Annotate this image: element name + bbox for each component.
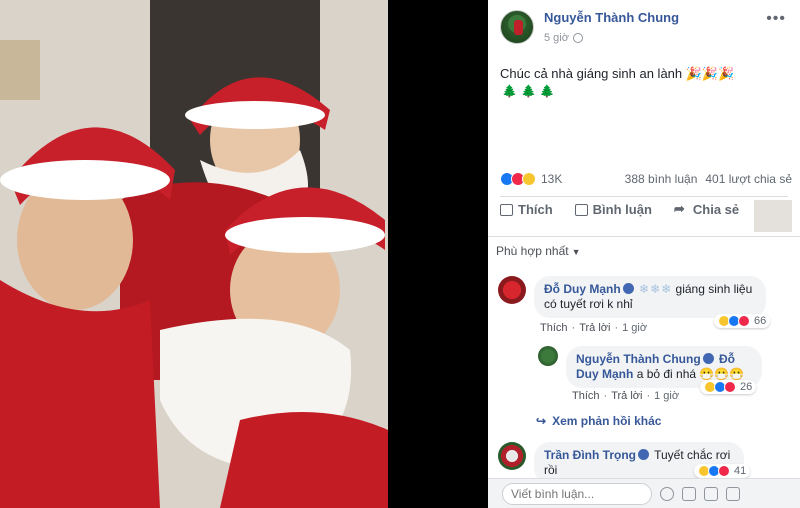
haha-reaction-icon (522, 172, 536, 186)
like-button[interactable]: Thích (500, 202, 553, 217)
share-arrow-icon (674, 201, 688, 217)
verified-badge-icon (702, 353, 714, 364)
love-reaction-icon (718, 465, 730, 477)
post-emoji-line: 🌲🌲🌲 (502, 84, 559, 98)
emoji-icon[interactable] (660, 486, 674, 501)
caret-down-icon: ▼ (571, 247, 581, 257)
comment-actions: Thích · Trả lời · 1 giờ (540, 322, 648, 334)
reactions-bar: 13K 388 bình luận 401 lượt chia sẻ (500, 172, 792, 186)
verified-badge-icon (622, 283, 634, 294)
post-time[interactable]: 5 giờ (544, 32, 679, 44)
viewer-thumbnail[interactable] (754, 200, 792, 232)
comment-time[interactable]: 1 giờ (654, 390, 679, 402)
more-replies-label: Xem phản hồi khác (552, 414, 662, 428)
comment-input[interactable] (502, 482, 652, 505)
santa-selfie-image (0, 0, 388, 508)
divider (500, 196, 788, 197)
comment-time[interactable]: 1 giờ (622, 322, 647, 334)
commenter-avatar[interactable] (538, 346, 558, 366)
post-actions: Thích Bình luận Chia sẻ (500, 201, 740, 218)
post-text: Chúc cả nhà giáng sinh an lành 🎉🎉🎉 (500, 66, 735, 81)
comment-button[interactable]: Bình luận (574, 202, 652, 217)
share-count[interactable]: 401 lượt chia sẻ (705, 172, 792, 186)
comment-actions: Thích · Trả lời · 1 giờ (572, 390, 680, 402)
comment-reactions[interactable]: 66 (714, 314, 771, 328)
commenter-name[interactable]: Nguyễn Thành Chung (576, 352, 701, 366)
love-reaction-icon (724, 381, 736, 393)
more-replies-link[interactable]: ↪ Xem phản hồi khác (536, 414, 661, 428)
sticker-icon[interactable] (726, 486, 740, 501)
comment-like-link[interactable]: Thích (572, 390, 600, 402)
post-header: Nguyễn Thành Chung 5 giờ (500, 10, 679, 54)
comment-count[interactable]: 388 bình luận (625, 172, 698, 186)
comment-reply-link[interactable]: Trả lời (611, 390, 642, 402)
comment-reaction-count: 26 (740, 381, 753, 393)
like-label: Thích (518, 202, 553, 217)
comment-reactions[interactable]: 26 (700, 380, 757, 394)
photo-letterbox (388, 0, 488, 508)
comment-item: Đỗ Duy Mạnh ❄❄❄ giáng sinh liệu có tuyết… (498, 276, 766, 318)
comment-label: Bình luận (592, 202, 652, 217)
reply-arrow-icon: ↪ (536, 414, 547, 428)
speech-bubble-icon (574, 203, 588, 216)
comment-bubble: Đỗ Duy Mạnh ❄❄❄ giáng sinh liệu có tuyết… (534, 276, 766, 318)
more-options-icon[interactable]: ••• (766, 10, 786, 28)
comment-reaction-count: 66 (754, 315, 767, 327)
author-avatar[interactable] (500, 10, 534, 44)
author-name[interactable]: Nguyễn Thành Chung (544, 10, 679, 26)
comment-reply-link[interactable]: Trả lời (579, 322, 610, 334)
share-label: Chia sẻ (692, 202, 740, 217)
commenter-name[interactable]: Đỗ Duy Mạnh (544, 282, 621, 296)
comment-reactions[interactable]: 41 (694, 464, 751, 478)
verified-badge-icon (638, 449, 649, 460)
comment-like-link[interactable]: Thích (540, 322, 568, 334)
camera-icon[interactable] (682, 486, 696, 501)
reaction-count[interactable]: 13K (541, 172, 562, 186)
post-photo[interactable] (0, 0, 388, 508)
commenter-name[interactable]: Trần Đình Trọng (544, 448, 636, 462)
commenter-avatar[interactable] (498, 442, 526, 470)
commenter-avatar[interactable] (498, 276, 526, 304)
share-button[interactable]: Chia sẻ (674, 201, 740, 218)
divider (488, 236, 800, 237)
thumbs-up-icon (500, 203, 513, 216)
globe-icon (572, 33, 583, 43)
love-reaction-icon (738, 315, 750, 327)
comment-composer (488, 478, 800, 508)
snowflake-emoji: ❄❄❄ (639, 282, 673, 296)
comment-text: a bỏ đi nhá 😷😷😷 (636, 367, 745, 381)
post-panel: Nguyễn Thành Chung 5 giờ ••• Chúc cả nhà… (488, 0, 800, 508)
post-time-text: 5 giờ (544, 32, 569, 44)
comment-reaction-count: 41 (734, 465, 747, 477)
comment-sort-dropdown[interactable]: Phù hợp nhất ▼ (496, 244, 581, 258)
gif-icon[interactable] (704, 486, 718, 501)
sort-label: Phù hợp nhất (496, 244, 569, 258)
